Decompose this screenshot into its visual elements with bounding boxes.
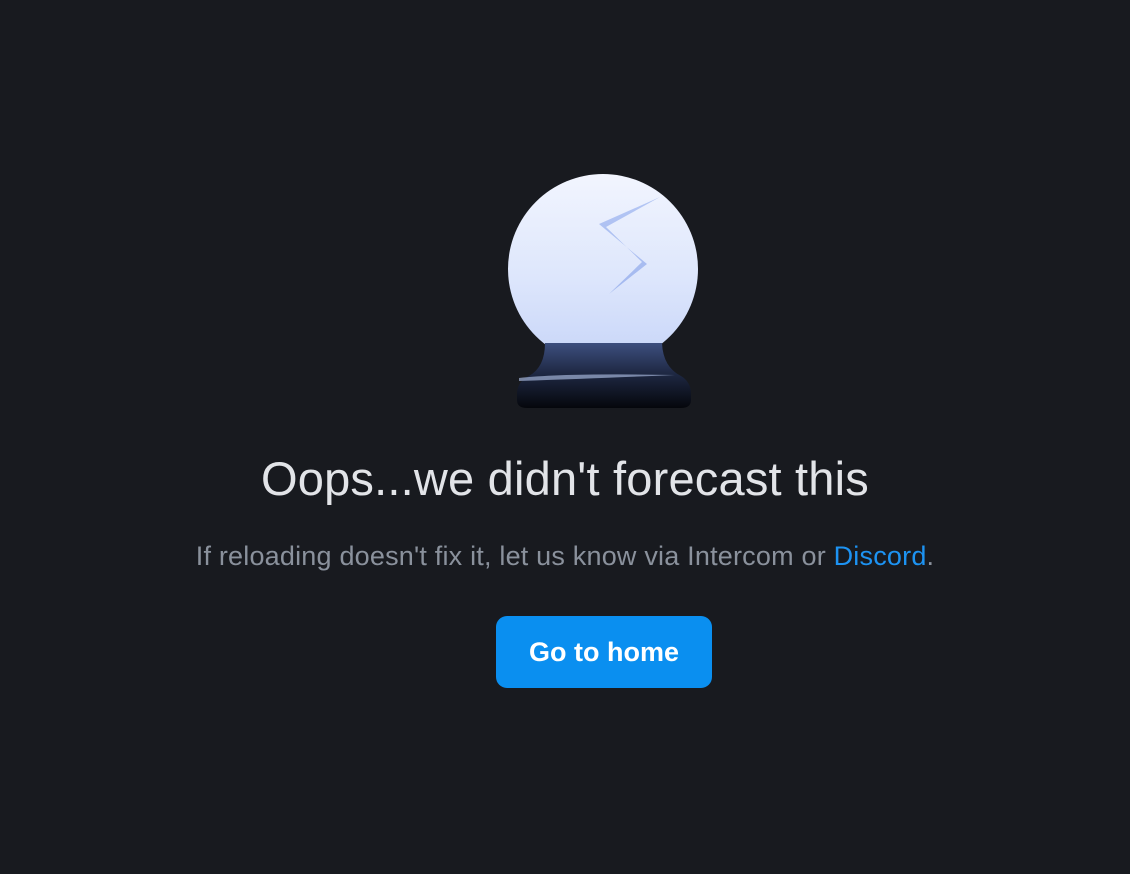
discord-link[interactable]: Discord	[834, 541, 927, 571]
cracked-crystal-ball-icon	[505, 172, 701, 410]
page-title: Oops...we didn't forecast this	[261, 452, 869, 505]
error-page: Oops...we didn't forecast this If reload…	[0, 0, 1130, 874]
error-message-text: If reloading doesn't fix it, let us know…	[195, 541, 834, 571]
error-message-suffix: .	[926, 541, 935, 571]
go-to-home-button[interactable]: Go to home	[496, 616, 712, 688]
error-message: If reloading doesn't fix it, let us know…	[0, 538, 1130, 574]
